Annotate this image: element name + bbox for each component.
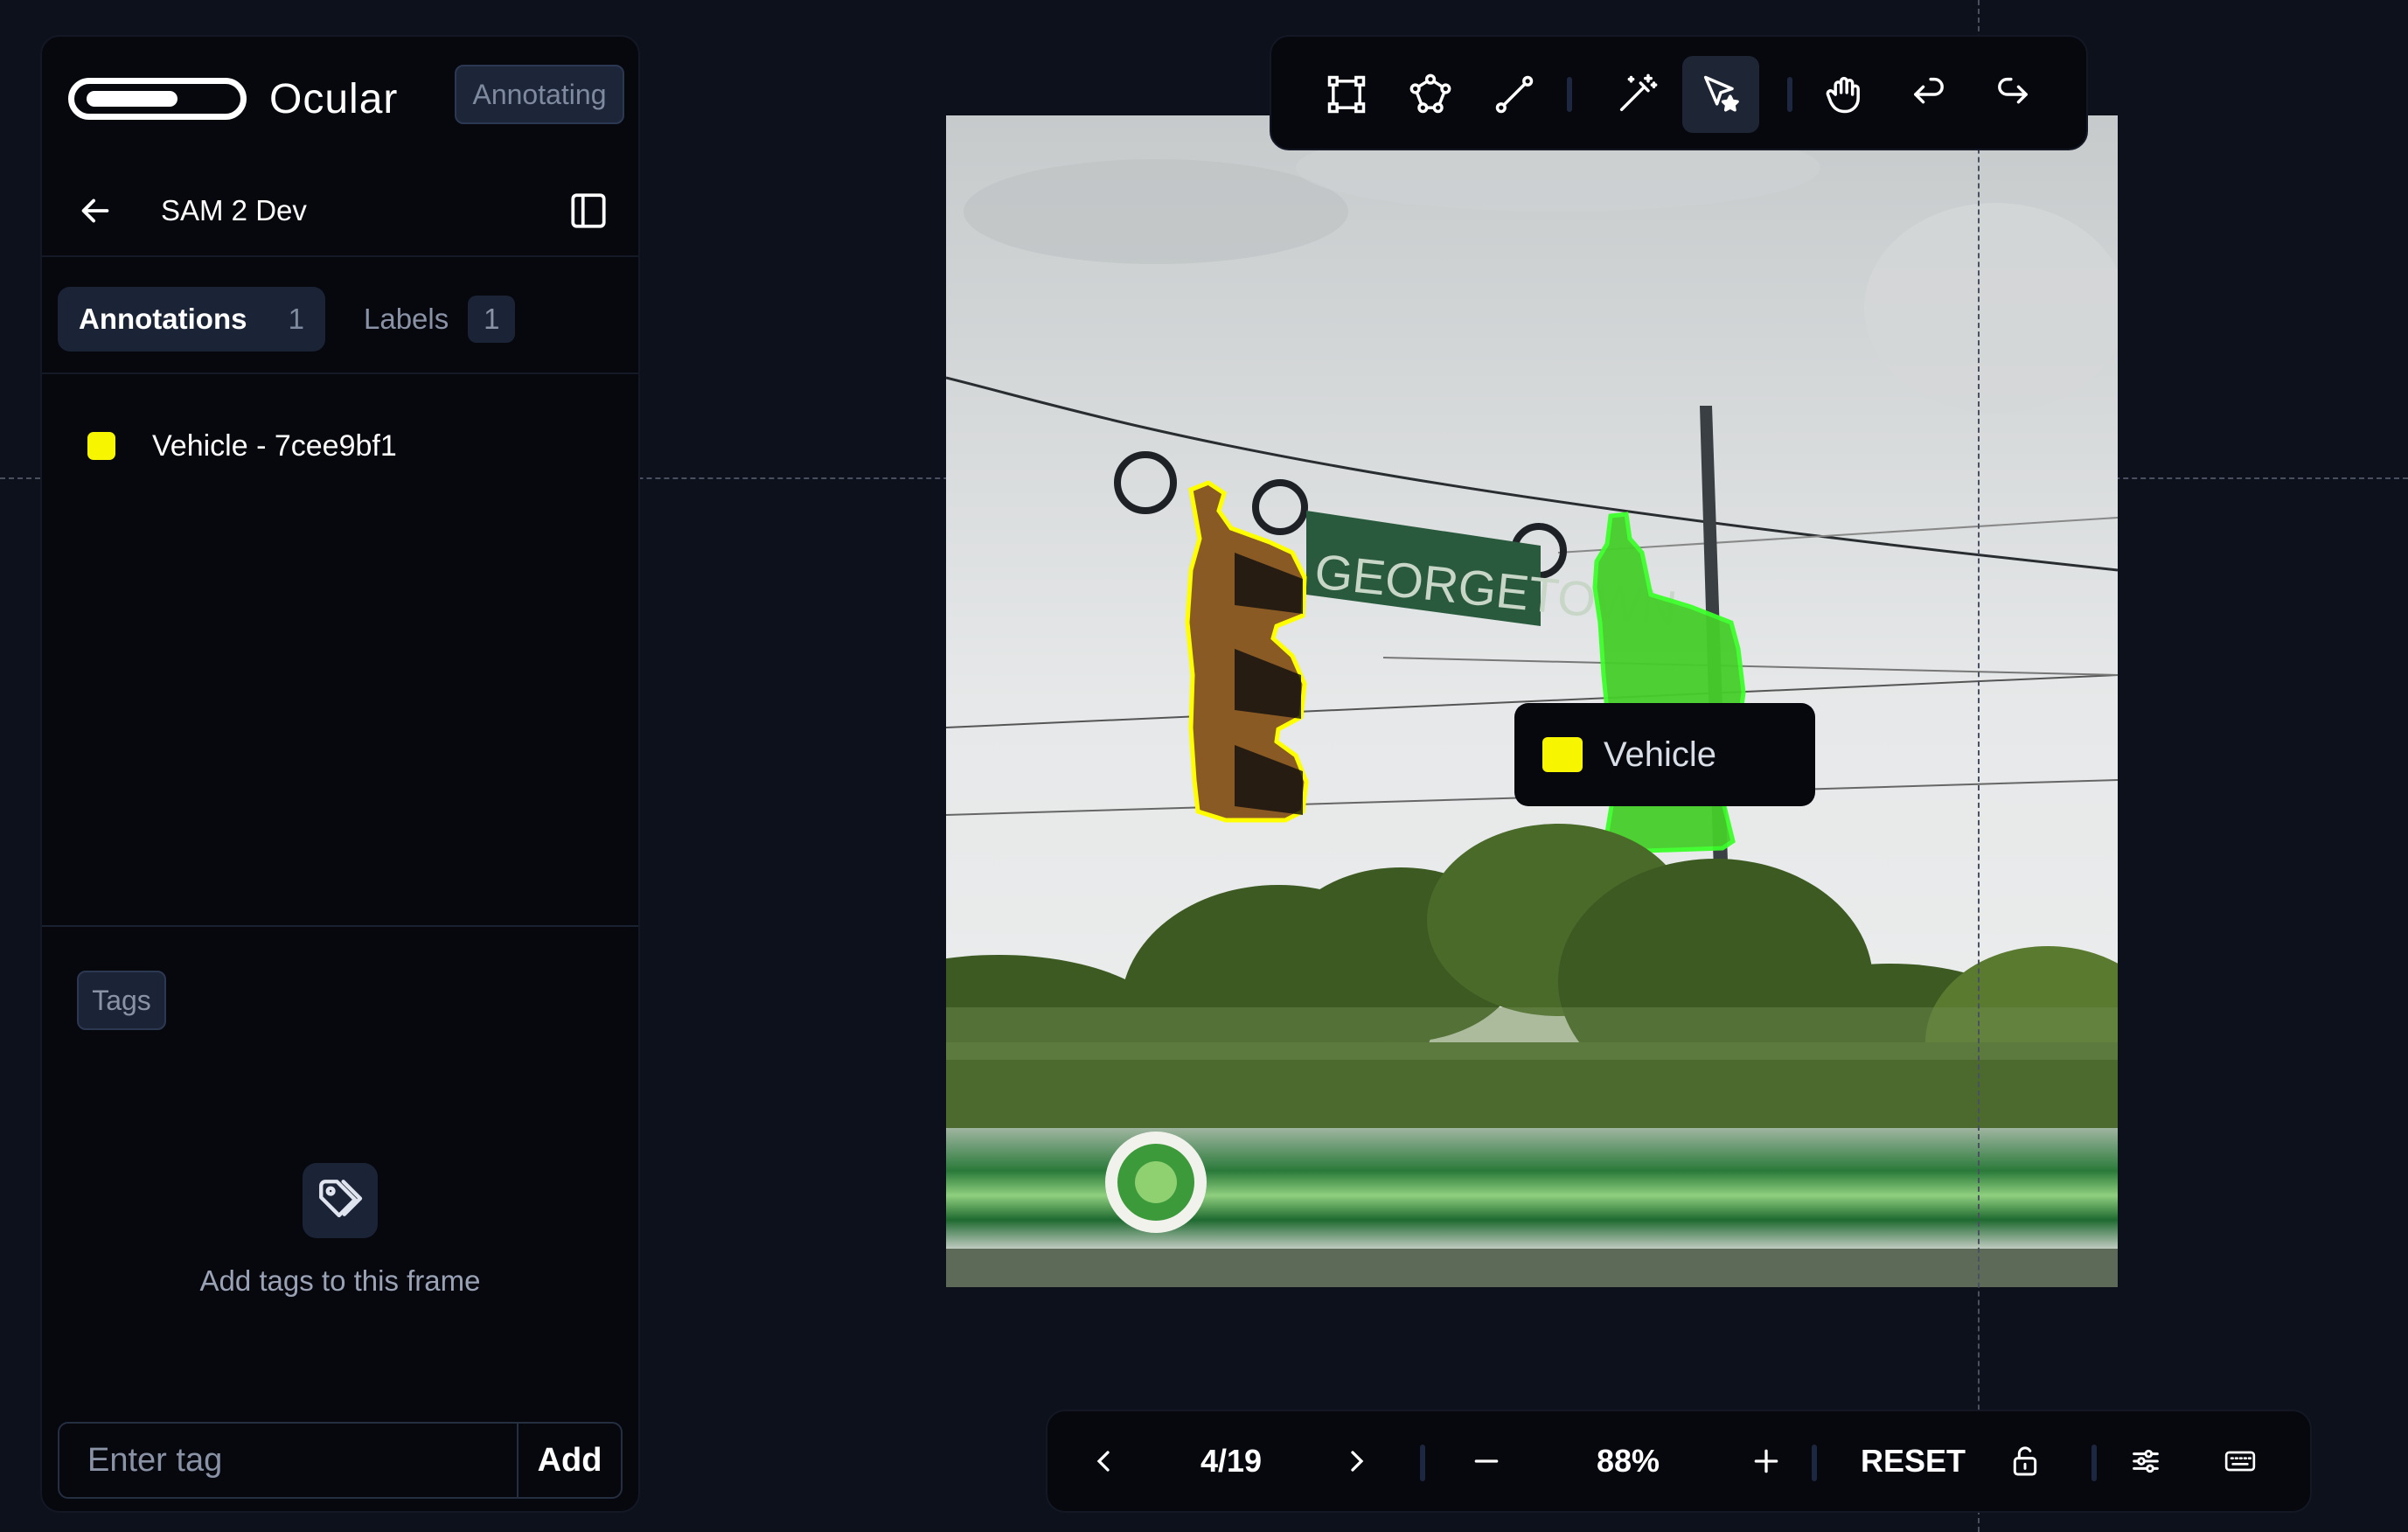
undo-icon: [1914, 77, 1944, 104]
hand-icon: [1826, 76, 1860, 114]
annotation-list-item[interactable]: Vehicle - 7cee9bf1: [87, 421, 397, 470]
nav-divider: [1420, 1445, 1425, 1481]
tag-input-group: Add: [58, 1422, 623, 1499]
lock-button[interactable]: [1999, 1429, 2051, 1494]
previous-frame-button[interactable]: [1077, 1429, 1130, 1494]
sliders-icon: [2133, 1449, 2159, 1473]
minus-icon: [1474, 1459, 1499, 1463]
tags-header: Tags: [77, 971, 166, 1030]
bounding-box-icon: [1327, 75, 1366, 114]
bounding-box-tool-button[interactable]: [1308, 56, 1385, 133]
reset-button[interactable]: RESET: [1852, 1429, 1974, 1494]
toolbar-divider: [1567, 77, 1572, 112]
annotation-label: Vehicle - 7cee9bf1: [152, 428, 397, 463]
annotation-canvas[interactable]: GEORGETOWN: [946, 115, 2118, 1287]
tag-input[interactable]: [59, 1424, 517, 1497]
zoom-in-button[interactable]: [1740, 1429, 1792, 1494]
panel-toggle-button[interactable]: [567, 189, 610, 233]
unlock-icon: [2013, 1446, 2037, 1476]
next-frame-button[interactable]: [1331, 1429, 1383, 1494]
tooltip-label: Vehicle: [1604, 735, 1716, 774]
magic-wand-tool-button[interactable]: [1598, 56, 1675, 133]
project-header: SAM 2 Dev: [42, 168, 638, 257]
chevron-right-icon: [1351, 1451, 1364, 1472]
tab-annotations-count: 1: [288, 303, 304, 335]
project-title: SAM 2 Dev: [161, 194, 307, 226]
tab-labels[interactable]: Labels 1: [343, 287, 536, 352]
smart-select-tool-button[interactable]: [1682, 56, 1759, 133]
frame-counter: 4/19: [1200, 1443, 1263, 1479]
tags-empty-text: Add tags to this frame: [199, 1264, 481, 1297]
smart-select-icon: [1703, 75, 1739, 112]
tab-labels-label: Labels: [364, 303, 449, 335]
back-button[interactable]: [75, 191, 115, 231]
polygon-tool-button[interactable]: [1392, 56, 1469, 133]
crosshair-vertical: [1978, 0, 1980, 1532]
tooltip-color-swatch: [1542, 737, 1583, 772]
keyboard-icon: [2224, 1451, 2256, 1472]
redo-icon: [1998, 77, 2028, 104]
app-name: Ocular: [269, 75, 399, 122]
line-icon: [1495, 75, 1534, 114]
polygon-icon: [1409, 73, 1451, 114]
brand: Ocular: [68, 68, 398, 129]
chevron-left-icon: [1096, 1451, 1110, 1472]
label-tooltip: Vehicle: [1514, 703, 1815, 806]
settings-button[interactable]: [2119, 1429, 2172, 1494]
tag-icon: [303, 1163, 378, 1238]
annotation-color-swatch: [87, 432, 115, 460]
magic-wand-icon: [1619, 73, 1658, 112]
pan-tool-button[interactable]: [1806, 56, 1883, 133]
toolbar-divider: [1787, 77, 1792, 112]
tab-annotations-label: Annotations: [79, 303, 247, 335]
nav-divider: [2091, 1445, 2097, 1481]
add-tag-button[interactable]: Add: [517, 1424, 621, 1497]
sidebar-panel-icon: [571, 193, 606, 228]
sidebar-tabs: Annotations 1 Labels 1: [42, 257, 638, 374]
keyboard-shortcuts-button[interactable]: [2214, 1429, 2266, 1494]
street-scene-image: GEORGETOWN: [946, 115, 2118, 1287]
frame-navigation-bar: 4/19 88% RESET: [1046, 1410, 2312, 1513]
undo-button[interactable]: [1890, 56, 1967, 133]
plus-icon: [1754, 1449, 1778, 1473]
annotation-toolbar: [1270, 35, 2088, 150]
sidebar: Ocular Annotating SAM 2 Dev Annotations …: [40, 35, 640, 1513]
redo-button[interactable]: [1974, 56, 2051, 133]
status-badge: Annotating: [455, 65, 624, 124]
arrow-left-icon: [81, 198, 109, 223]
tab-annotations[interactable]: Annotations 1: [58, 287, 325, 352]
line-tool-button[interactable]: [1476, 56, 1553, 133]
zoom-level: 88%: [1596, 1443, 1660, 1479]
zoom-out-button[interactable]: [1460, 1429, 1513, 1494]
tags-section: Tags Add tags to this frame Add: [42, 925, 638, 1515]
nav-divider: [1812, 1445, 1817, 1481]
ocular-logo-icon: [68, 78, 247, 120]
tab-labels-count: 1: [468, 296, 516, 343]
